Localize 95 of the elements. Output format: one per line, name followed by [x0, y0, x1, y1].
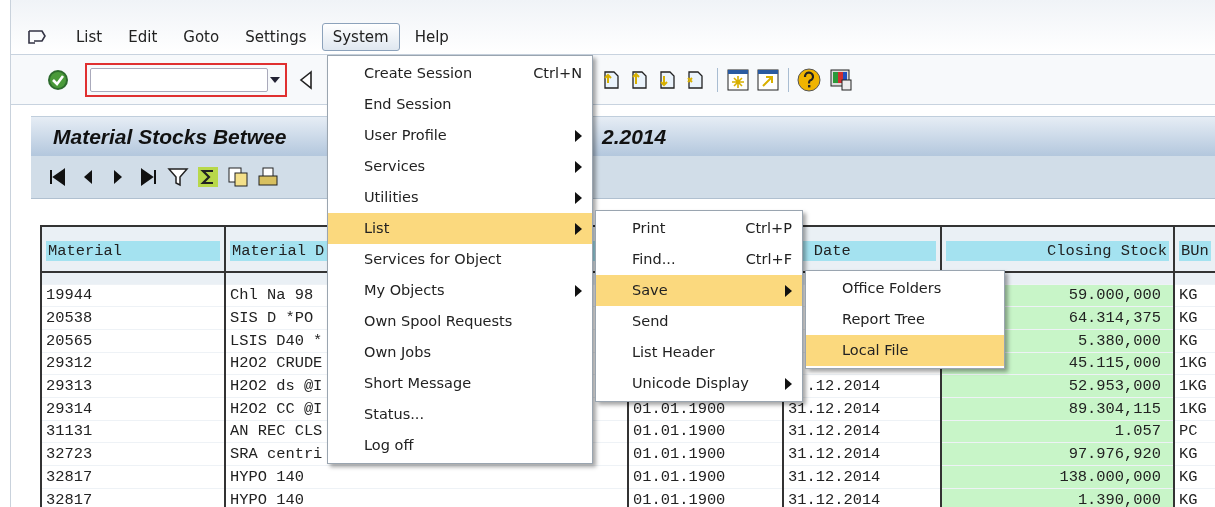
table-cell: 31131	[46, 422, 93, 441]
table-cell: 5.380,000	[1077, 331, 1161, 350]
menu-item[interactable]: Help	[403, 23, 460, 51]
table-cell: PC	[1179, 422, 1198, 441]
column-header: BUn	[1179, 241, 1211, 261]
menu-item[interactable]: Settings	[234, 23, 318, 51]
table-cell: 31.12.2014	[788, 399, 881, 418]
page-title: 2.2014	[602, 123, 667, 150]
menu-item[interactable]: Send	[596, 306, 802, 337]
table-cell: H2O2 CRUDE	[230, 354, 323, 373]
table-cell: .12.2014	[806, 377, 881, 396]
shortcut-window-icon[interactable]	[756, 67, 780, 92]
table-cell: 1KG	[1179, 399, 1207, 418]
menu-item[interactable]: Print Ctrl+P	[596, 213, 802, 244]
menu-item[interactable]: Log off	[328, 430, 592, 461]
page-title: Material Stocks Betwee	[53, 124, 287, 148]
table-cell: 29313	[46, 377, 93, 396]
check-icon[interactable]	[47, 68, 69, 91]
column-header: Closing Stock	[946, 241, 1169, 261]
menu-item[interactable]: Status...	[328, 399, 592, 430]
table-cell: 20538	[46, 309, 93, 328]
menu-item[interactable]: List	[328, 213, 592, 244]
table-cell: H2O2 CC @I	[230, 399, 323, 418]
table-cell: 1.390,000	[1077, 490, 1161, 507]
printer-icon[interactable]	[257, 166, 279, 188]
table-cell: 89.304,115	[1068, 399, 1161, 418]
menu-item[interactable]: End Session	[328, 89, 592, 120]
table-cell: 31.12.2014	[788, 445, 881, 464]
menu-item[interactable]: User Profile	[328, 120, 592, 151]
table-cell: Chl Na 98	[230, 286, 314, 305]
table-cell: 45.115,000	[1068, 354, 1161, 373]
table-cell: 64.314,375	[1068, 309, 1161, 328]
table-cell: 19944	[46, 286, 93, 305]
table-cell: 31.12.2014	[788, 422, 881, 441]
monitor-icon[interactable]	[829, 67, 853, 92]
menu-item[interactable]: Own Spool Requests	[328, 306, 592, 337]
menu-item[interactable]: Goto	[172, 23, 231, 51]
table-cell: HYPO 140	[230, 490, 304, 507]
table-cell: 32723	[46, 445, 93, 464]
table-cell: 1.057	[1114, 422, 1161, 441]
menu-item[interactable]: List	[65, 23, 114, 51]
copy-icon[interactable]	[227, 166, 249, 188]
menu-item[interactable]: My Objects	[328, 275, 592, 306]
menu-item[interactable]: Save	[596, 275, 802, 306]
menu-item[interactable]: Unicode Display	[596, 368, 802, 399]
table-cell: KG	[1179, 286, 1198, 305]
menu-item[interactable]: List Header	[596, 337, 802, 368]
menu-item[interactable]: Report Tree	[806, 304, 1004, 335]
menu-item[interactable]: Create Session Ctrl+N	[328, 58, 592, 89]
table-cell: H2O2 ds @I	[230, 377, 323, 396]
back-icon[interactable]	[299, 69, 313, 90]
help-icon[interactable]	[797, 67, 821, 92]
table-cell: LSIS D40 *	[230, 331, 323, 350]
table-cell: SRA centri	[230, 445, 323, 464]
menu-item[interactable]: Utilities	[328, 182, 592, 213]
command-field[interactable]	[85, 62, 287, 97]
table-cell: 52.953,000	[1068, 377, 1161, 396]
menu-item[interactable]: Short Message	[328, 368, 592, 399]
table-cell: KG	[1179, 467, 1198, 486]
menu-item[interactable]: System	[321, 23, 400, 51]
table-cell: 31.12.2014	[788, 490, 881, 507]
caret-icon	[268, 75, 282, 84]
table-cell: 32817	[46, 490, 93, 507]
table-cell: 01.01.1900	[633, 399, 726, 418]
table-cell: KG	[1179, 445, 1198, 464]
table-cell: 20565	[46, 331, 93, 350]
table-cell: KG	[1179, 331, 1198, 350]
menu-item[interactable]: Own Jobs	[328, 337, 592, 368]
table-cell: 59.000,000	[1068, 286, 1161, 305]
table-cell: 29312	[46, 354, 93, 373]
table-cell: SIS D *PO	[230, 309, 314, 328]
filter-icon[interactable]	[167, 166, 189, 188]
table-cell: 1KG	[1179, 354, 1207, 373]
new-window-icon[interactable]	[726, 67, 750, 92]
menu-item[interactable]: Local File	[806, 335, 1004, 366]
table-cell: 01.01.1900	[633, 422, 726, 441]
table-cell: KG	[1179, 309, 1198, 328]
table-cell: 01.01.1900	[633, 445, 726, 464]
table-cell: 01.01.1900	[633, 490, 726, 507]
table-cell: 01.01.1900	[633, 467, 726, 486]
table-cell: KG	[1179, 490, 1198, 507]
table-cell: 29314	[46, 399, 93, 418]
table-cell: 31.12.2014	[788, 467, 881, 486]
table-cell: 97.976,920	[1068, 445, 1161, 464]
menu-icon[interactable]	[27, 29, 47, 45]
table-cell: 1KG	[1179, 377, 1207, 396]
menu-item[interactable]: Office Folders	[806, 273, 1004, 304]
menu-item[interactable]: Services	[328, 151, 592, 182]
table-cell: HYPO 140	[230, 467, 304, 486]
table-cell: 32817	[46, 467, 93, 486]
table-cell: AN REC CLS	[230, 422, 323, 441]
column-header: Material	[46, 241, 220, 261]
sum-icon[interactable]	[197, 166, 219, 188]
menu-item[interactable]: Edit	[117, 23, 169, 51]
table-cell: 138.000,000	[1059, 467, 1161, 486]
